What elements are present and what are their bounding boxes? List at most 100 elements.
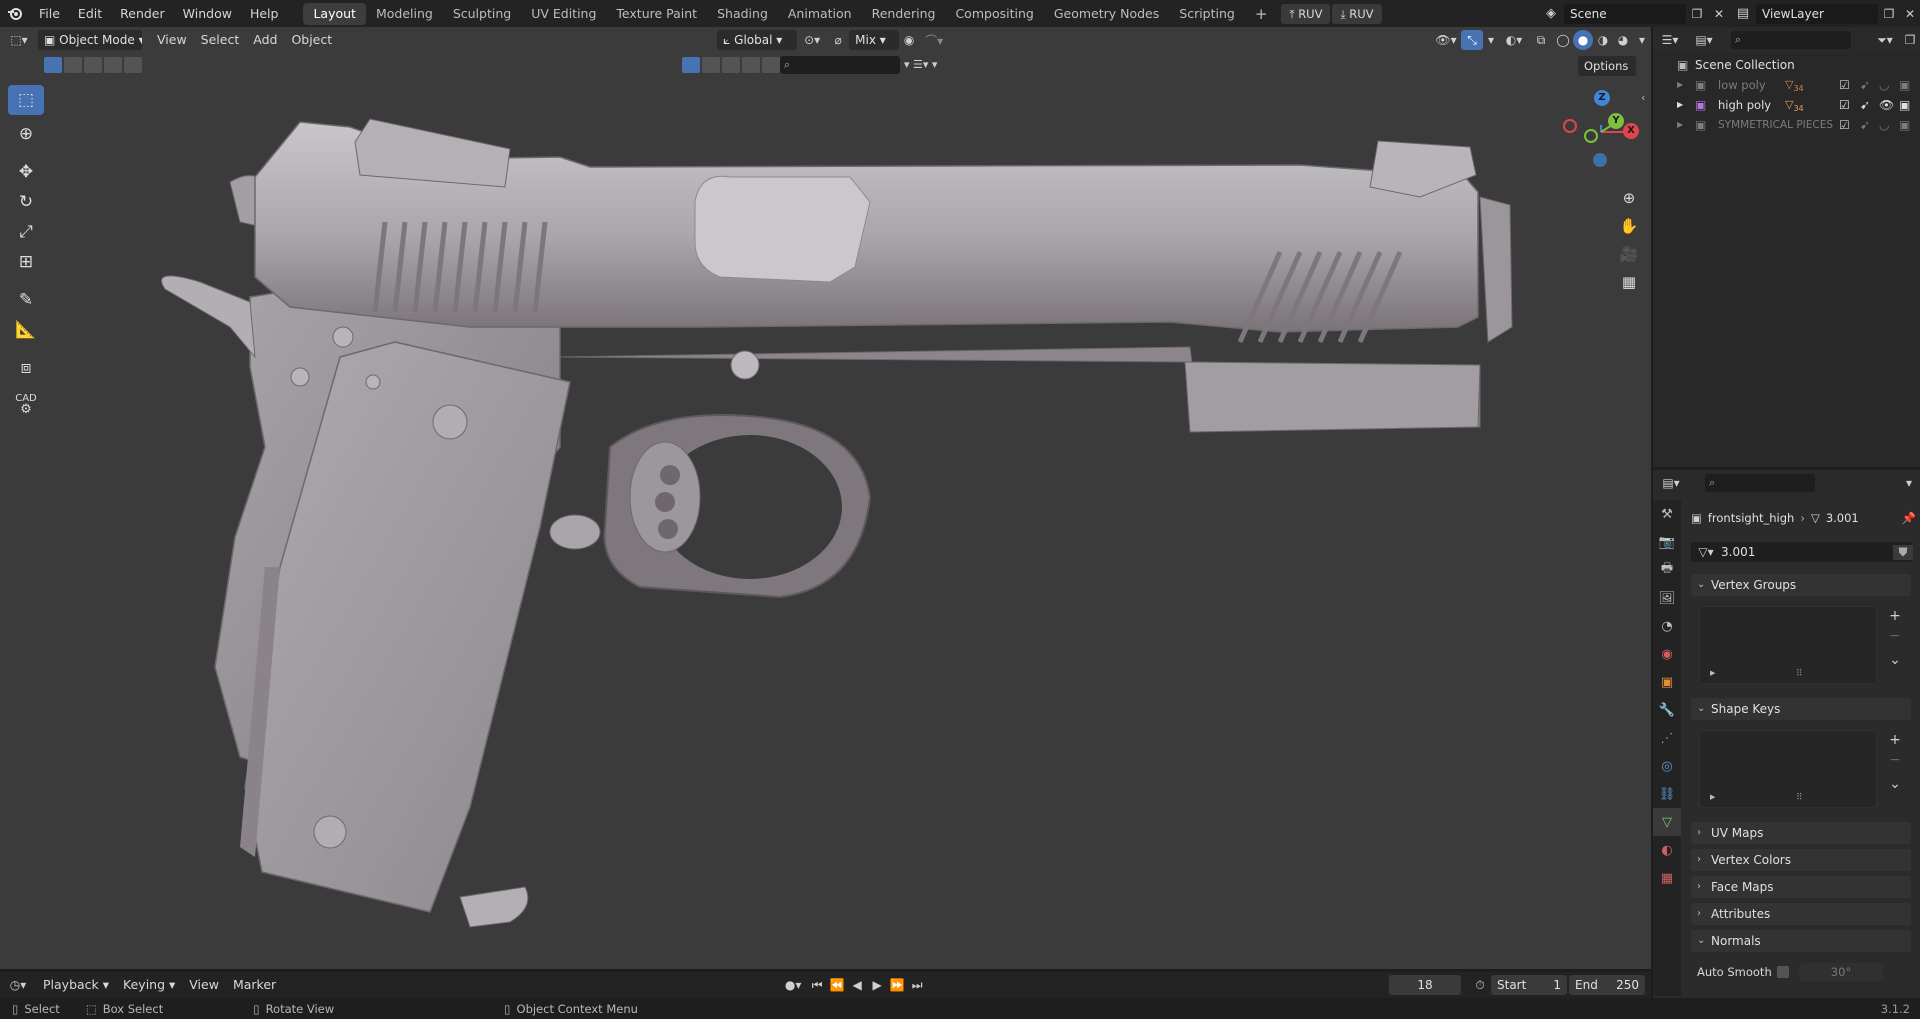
tab-modifier-icon[interactable]: 🔧 bbox=[1653, 696, 1681, 724]
add-vertex-group-button[interactable]: + bbox=[1885, 606, 1905, 626]
panel-vertex-colors[interactable]: › Vertex Colors bbox=[1691, 849, 1911, 871]
menu-help[interactable]: Help bbox=[241, 0, 288, 27]
render-camera-icon[interactable]: ▣ bbox=[1899, 95, 1910, 115]
tab-constraints-icon[interactable]: ⛓ bbox=[1653, 780, 1681, 808]
tab-scripting[interactable]: Scripting bbox=[1169, 3, 1245, 25]
expand-arrow-icon[interactable]: ▶ bbox=[1677, 95, 1683, 115]
tab-texture-icon[interactable]: ▦ bbox=[1653, 864, 1681, 892]
new-view-layer-icon[interactable]: ❐ bbox=[1878, 7, 1900, 21]
panel-normals[interactable]: ⌄ Normals bbox=[1691, 930, 1911, 952]
gizmo-neg-y-axis[interactable] bbox=[1584, 129, 1598, 143]
tab-geometry-nodes[interactable]: Geometry Nodes bbox=[1044, 3, 1169, 25]
vertex-groups-list[interactable]: ▶ ⠿ bbox=[1699, 606, 1877, 684]
auto-smooth-checkbox[interactable] bbox=[1777, 966, 1789, 978]
jump-start-icon[interactable]: ⏮ bbox=[807, 978, 827, 993]
exclude-checkbox[interactable]: ☑ bbox=[1839, 95, 1850, 115]
new-collection-icon[interactable]: ❐ bbox=[1900, 33, 1920, 47]
zoom-icon[interactable]: ⊕ bbox=[1615, 184, 1643, 212]
timeline-editor-icon[interactable]: ◷▾ bbox=[0, 978, 36, 992]
scene-selector[interactable]: Scene bbox=[1564, 3, 1686, 24]
pan-hand-icon[interactable]: ✋ bbox=[1615, 212, 1643, 240]
sidebar-toggle-icon[interactable]: ‹ bbox=[1641, 91, 1645, 104]
mesh-browse-icon[interactable]: ▽▾ bbox=[1691, 545, 1721, 559]
panel-face-maps[interactable]: › Face Maps bbox=[1691, 876, 1911, 898]
panel-uv-maps[interactable]: › UV Maps bbox=[1691, 822, 1911, 844]
panel-attributes[interactable]: › Attributes bbox=[1691, 903, 1911, 925]
tab-layout[interactable]: Layout bbox=[303, 2, 366, 25]
tab-scene-icon[interactable]: ◔ bbox=[1653, 612, 1681, 640]
ruv-import-button[interactable]: ⤓ RUV bbox=[1332, 3, 1382, 24]
tab-physics-icon[interactable]: ◎ bbox=[1653, 752, 1681, 780]
properties-search-input[interactable]: ⌕ bbox=[1705, 474, 1815, 492]
add-workspace-button[interactable]: + bbox=[1245, 3, 1278, 25]
selectable-icon[interactable]: ➹ bbox=[1860, 75, 1870, 95]
pin-icon[interactable]: 📌 bbox=[1902, 511, 1916, 525]
tab-tool-icon[interactable]: ⚒ bbox=[1653, 500, 1681, 528]
display-mode-icon[interactable]: ▤▾ bbox=[1687, 33, 1721, 47]
exclude-checkbox[interactable]: ☑ bbox=[1839, 75, 1850, 95]
tab-material-icon[interactable]: ◐ bbox=[1653, 836, 1681, 864]
gizmo-x-axis[interactable]: X bbox=[1623, 123, 1639, 139]
start-frame-field[interactable]: Start 1 bbox=[1491, 975, 1567, 995]
exclude-checkbox[interactable]: ☑ bbox=[1839, 115, 1850, 135]
play-reverse-icon[interactable]: ◀ bbox=[847, 978, 867, 992]
ortho-toggle-icon[interactable]: ▦ bbox=[1615, 268, 1643, 296]
menu-render[interactable]: Render bbox=[111, 0, 174, 27]
menu-keying[interactable]: Keying ▾ bbox=[116, 974, 182, 996]
camera-view-icon[interactable]: 🎥 bbox=[1615, 240, 1643, 268]
tab-animation[interactable]: Animation bbox=[778, 3, 862, 25]
shape-key-menu-button[interactable]: ⌄ bbox=[1885, 774, 1905, 794]
menu-playback[interactable]: Playback ▾ bbox=[36, 974, 116, 996]
outliner-search-input[interactable]: ⌕ bbox=[1731, 31, 1851, 49]
blender-logo-icon[interactable] bbox=[0, 0, 30, 27]
outliner-row-low-poly[interactable]: ▶ ▣ low poly ▽34 ☑ ➹ ◡ ▣ bbox=[1653, 75, 1920, 95]
tab-object-icon[interactable]: ▣ bbox=[1653, 668, 1681, 696]
scene-icon[interactable]: ◈ bbox=[1538, 6, 1564, 21]
outliner-row-symmetrical-pieces[interactable]: ▶ ▣ SYMMETRICAL PIECES ☑ ➹ ◡ ▣ bbox=[1653, 115, 1920, 135]
menu-file[interactable]: File bbox=[30, 0, 69, 27]
gizmo-neg-x-axis[interactable] bbox=[1563, 119, 1577, 133]
auto-smooth-angle-field[interactable]: 30° bbox=[1799, 963, 1883, 981]
render-camera-icon[interactable]: ▣ bbox=[1899, 115, 1910, 135]
tab-view-layer-icon[interactable]: 🖼 bbox=[1653, 584, 1681, 612]
tab-world-icon[interactable]: ◉ bbox=[1653, 640, 1681, 668]
outliner-row-high-poly[interactable]: ▶ ▣ high poly ▽34 ☑ ➹ 👁 ▣ bbox=[1653, 95, 1920, 115]
stopwatch-icon[interactable]: ⏱ bbox=[1469, 978, 1491, 993]
tab-sculpting[interactable]: Sculpting bbox=[443, 3, 521, 25]
pistol-model[interactable] bbox=[0, 27, 1651, 969]
menu-view[interactable]: View bbox=[182, 974, 226, 996]
expand-arrow-icon[interactable]: ▶ bbox=[1710, 793, 1715, 801]
add-shape-key-button[interactable]: + bbox=[1885, 730, 1905, 750]
current-frame-field[interactable]: 18 bbox=[1389, 975, 1461, 995]
remove-view-layer-icon[interactable]: ✕ bbox=[1900, 7, 1920, 21]
tab-uv-editing[interactable]: UV Editing bbox=[521, 3, 606, 25]
tab-render-icon[interactable]: 📷 bbox=[1653, 528, 1681, 556]
hide-eye-icon[interactable]: 👁 bbox=[1879, 95, 1894, 115]
jump-keyframe-back-icon[interactable]: ⏪ bbox=[827, 978, 847, 992]
jump-keyframe-forward-icon[interactable]: ⏩ bbox=[887, 978, 907, 992]
expand-arrow-icon[interactable]: ▶ bbox=[1677, 115, 1683, 135]
end-frame-field[interactable]: End 250 bbox=[1569, 975, 1645, 995]
fake-user-shield-icon[interactable]: ⛊ bbox=[1893, 544, 1913, 560]
resize-grip-icon[interactable]: ⠿ bbox=[1796, 793, 1803, 803]
panel-vertex-groups[interactable]: ⌄ Vertex Groups bbox=[1691, 574, 1911, 596]
tab-modeling[interactable]: Modeling bbox=[366, 3, 443, 25]
tab-particles-icon[interactable]: ⋰ bbox=[1653, 724, 1681, 752]
menu-marker[interactable]: Marker bbox=[226, 974, 283, 996]
expand-arrow-icon[interactable]: ▶ bbox=[1677, 75, 1683, 95]
tab-compositing[interactable]: Compositing bbox=[945, 3, 1043, 25]
hide-eye-icon[interactable]: ◡ bbox=[1879, 75, 1889, 95]
tab-texture-paint[interactable]: Texture Paint bbox=[606, 3, 707, 25]
tab-output-icon[interactable]: 🖶 bbox=[1653, 556, 1681, 584]
vertex-group-menu-button[interactable]: ⌄ bbox=[1885, 650, 1905, 670]
gizmo-z-axis[interactable]: Z bbox=[1594, 90, 1610, 106]
auto-keying-icon[interactable]: ●▾ bbox=[779, 978, 807, 992]
properties-editor-icon[interactable]: ▤▾ bbox=[1653, 476, 1689, 490]
mesh-datablock-selector[interactable]: ▽▾ 3.001 ⛊ bbox=[1691, 542, 1913, 562]
scene-collection-row[interactable]: ▣ Scene Collection bbox=[1653, 55, 1920, 75]
properties-menu-icon[interactable]: ▾ bbox=[1898, 476, 1920, 490]
selectable-icon[interactable]: ➹ bbox=[1860, 115, 1870, 135]
menu-window[interactable]: Window bbox=[174, 0, 241, 27]
filter-icon[interactable]: ⏷▾ bbox=[1870, 33, 1900, 48]
shape-keys-list[interactable]: ▶ ⠿ bbox=[1699, 730, 1877, 808]
